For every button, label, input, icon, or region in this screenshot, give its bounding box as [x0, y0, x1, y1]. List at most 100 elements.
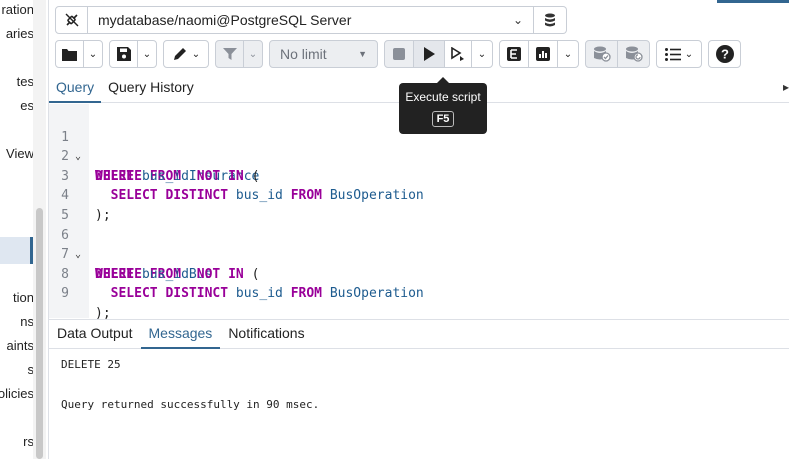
sidebar-item[interactable]: tes [17, 74, 34, 89]
editor-line: 6 ⌄ DELETE FROM Bus [49, 206, 789, 282]
stop-button[interactable] [384, 40, 414, 68]
sidebar-selected-item[interactable] [0, 237, 33, 264]
caret-down-icon: ▼ [358, 49, 367, 59]
sidebar-item[interactable]: View [6, 146, 34, 161]
execute-group: ⌄ [384, 40, 493, 68]
message-line: DELETE 25 [61, 358, 121, 371]
new-connection-button[interactable] [534, 6, 567, 34]
help-group: ? [708, 40, 741, 68]
tab-notifications[interactable]: Notifications [220, 320, 312, 349]
explain-chart-button[interactable] [528, 40, 558, 68]
chevron-down-icon: ⌄ [477, 48, 487, 60]
filter-group: ⌄ [215, 40, 263, 68]
tooltip-shortcut: F5 [431, 111, 455, 127]
query-toolbar: ⌄ ⌄ ⌄ ⌄ No limit ▼ ⌄ ⌄ ⌄ ? [55, 40, 747, 68]
editor-line: 7 WHERE bus_id NOT IN ( [49, 226, 789, 282]
tab-data-output[interactable]: Data Output [49, 320, 141, 349]
chevron-down-icon: ⌄ [512, 13, 523, 27]
result-tabs: Data Output Messages Notifications [49, 319, 789, 349]
explain-icon [451, 47, 464, 61]
pencil-icon [173, 48, 186, 60]
tab-query[interactable]: Query [49, 73, 102, 103]
editor-line: 4 ); [49, 167, 789, 223]
save-file-button[interactable] [109, 40, 138, 68]
editor-line: 8 SELECT DISTINCT bus_id FROM BusOperati… [49, 245, 789, 302]
explain-analyze-group: ⌄ [499, 40, 579, 68]
database-stack-icon [545, 13, 555, 27]
sidebar-item[interactable]: olicies [0, 386, 34, 401]
sidebar-item[interactable]: aries [6, 26, 34, 41]
chevron-down-icon: ⌄ [563, 48, 573, 60]
message-line [61, 378, 319, 398]
chevron-down-icon: ⌄ [684, 48, 694, 60]
active-tab-accent [717, 0, 789, 3]
filter-button[interactable] [215, 40, 244, 68]
editor-line: 3 SELECT DISTINCT bus_id FROM BusOperati… [49, 147, 789, 204]
filter-icon [222, 48, 237, 60]
connection-status-icon [65, 13, 78, 27]
edit-menu-button[interactable]: ⌄ [163, 40, 209, 68]
editor-line: 9 ); [49, 265, 789, 321]
connection-status-button[interactable] [55, 6, 88, 34]
tooltip-title: Execute script [405, 90, 481, 104]
commit-button[interactable] [585, 40, 618, 68]
messages-output: DELETE 25 Query returned successfully in… [61, 358, 319, 418]
rollback-button[interactable] [617, 40, 650, 68]
chevron-down-icon: ⌄ [142, 48, 152, 60]
list-icon [664, 47, 681, 61]
editor-line: 5 [49, 186, 789, 223]
execute-script-tooltip: Execute script F5 [399, 77, 487, 134]
connection-row: mydatabase/naomi@PostgreSQL Server ⌄ [55, 6, 567, 34]
filter-dropdown[interactable]: ⌄ [243, 40, 263, 68]
sql-identifier: bus_id [235, 286, 283, 302]
explain-button[interactable] [444, 40, 472, 68]
sql-identifier: BusOperation [329, 286, 424, 302]
commit-db-icon [593, 46, 611, 62]
help-button[interactable]: ? [708, 40, 741, 68]
query-tool-panel: mydatabase/naomi@PostgreSQL Server ⌄ ⌄ ⌄… [48, 0, 789, 459]
bar-chart-icon [536, 47, 550, 61]
row-limit-select[interactable]: No limit ▼ [269, 40, 378, 68]
sidebar-scrollbar-thumb[interactable] [36, 208, 43, 459]
stop-icon [393, 48, 405, 60]
sql-keyword: FROM [290, 286, 322, 302]
open-file-button[interactable] [55, 40, 84, 68]
help-icon: ? [715, 45, 734, 63]
sidebar-item[interactable]: tion [13, 290, 34, 305]
sidebar-item[interactable]: aints [7, 338, 34, 353]
rollback-db-icon [625, 46, 643, 62]
object-explorer-sidebar: ration aries tes es View tion ns aints s… [0, 0, 46, 459]
macros-group: ⌄ [656, 40, 702, 68]
svg-text:?: ? [721, 47, 729, 62]
chevron-down-icon: ⌄ [88, 48, 98, 60]
explain-analyze-dropdown[interactable]: ⌄ [557, 40, 579, 68]
transaction-group [585, 40, 650, 68]
sidebar-item[interactable]: es [20, 98, 34, 113]
save-file-dropdown[interactable]: ⌄ [137, 40, 157, 68]
explain-dropdown[interactable]: ⌄ [471, 40, 493, 68]
tab-messages[interactable]: Messages [140, 320, 221, 349]
line-number: 9 [61, 286, 69, 302]
message-line: Query returned successfully in 90 msec. [61, 398, 320, 411]
save-icon [116, 47, 131, 61]
sidebar-item[interactable]: ration [1, 2, 34, 17]
edit-group: ⌄ [163, 40, 209, 68]
sql-keyword: SELECT DISTINCT [110, 286, 229, 302]
row-limit-label: No limit [280, 46, 327, 62]
connection-select[interactable]: mydatabase/naomi@PostgreSQL Server ⌄ [88, 6, 534, 34]
open-file-dropdown[interactable]: ⌄ [83, 40, 103, 68]
explain-analyze-button[interactable] [499, 40, 529, 68]
sql-editor[interactable]: 1 ⌄ DELETE FROM Insurance 2 WHERE bus_id… [49, 104, 789, 321]
execute-script-button[interactable] [413, 40, 445, 68]
folder-icon [62, 48, 77, 61]
sidebar-item[interactable]: ns [20, 314, 34, 329]
connection-label: mydatabase/naomi@PostgreSQL Server [98, 12, 352, 28]
save-group: ⌄ [109, 40, 157, 68]
explain-e-icon [507, 47, 521, 61]
chevron-down-icon: ⌄ [191, 48, 201, 60]
play-icon [424, 47, 435, 61]
tab-query-history[interactable]: Query History [101, 73, 201, 103]
chevron-down-icon: ⌄ [248, 48, 258, 60]
file-group: ⌄ [55, 40, 103, 68]
macros-menu-button[interactable]: ⌄ [656, 40, 702, 68]
